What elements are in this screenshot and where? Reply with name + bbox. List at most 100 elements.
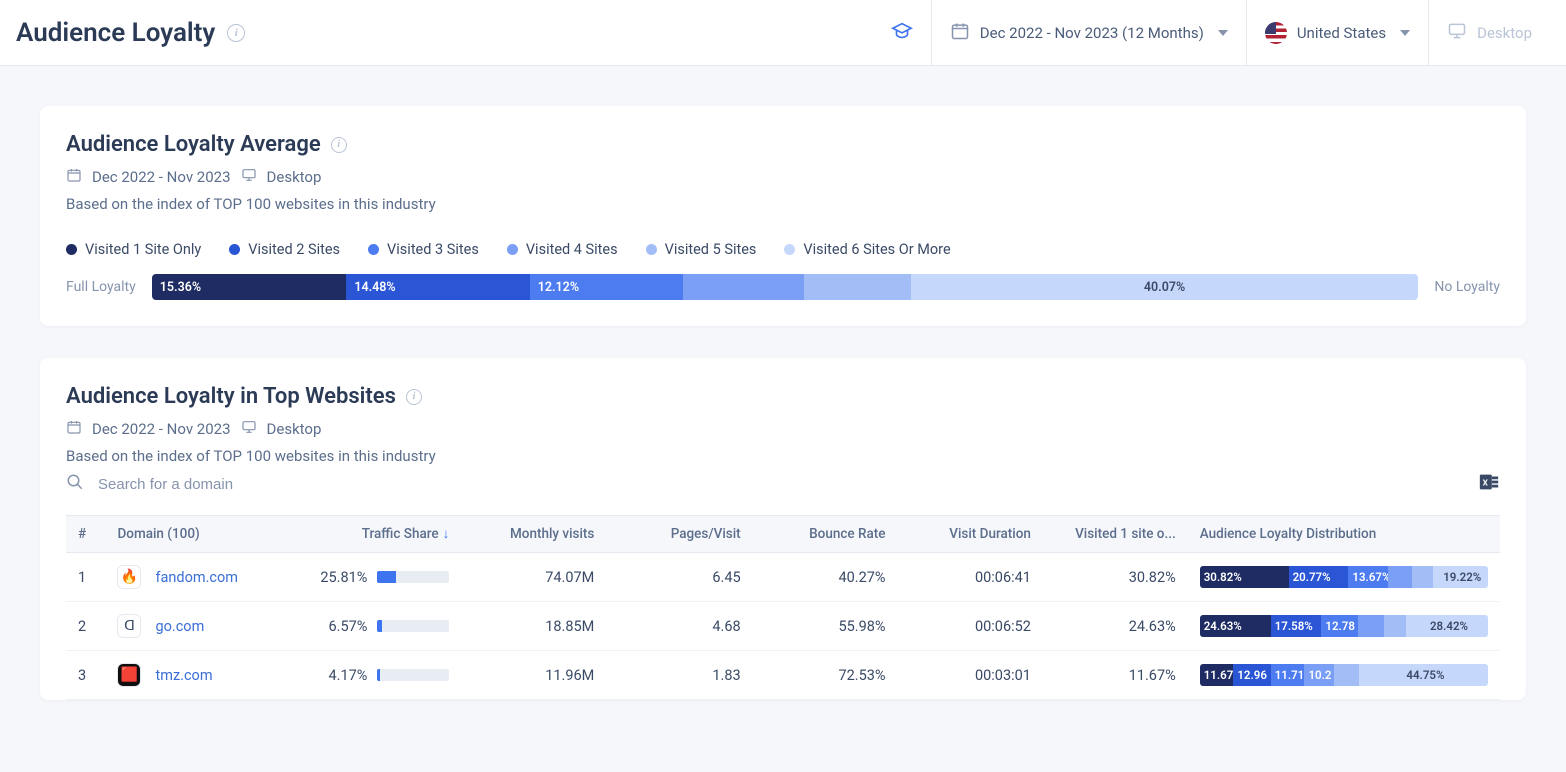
legend-label: Visited 4 Sites (526, 241, 618, 258)
col-pages-visit[interactable]: Pages/Visit (606, 516, 752, 553)
col-visited-1[interactable]: Visited 1 site o... (1043, 516, 1188, 553)
cell-bounce: 55.98% (753, 602, 898, 651)
card-title: Audience Loyalty Average (66, 132, 321, 157)
stacked-segment (1358, 615, 1383, 637)
monitor-icon (241, 419, 257, 439)
date-range-label: Dec 2022 - Nov 2023 (12 Months) (980, 24, 1204, 42)
info-icon[interactable]: i (227, 24, 245, 42)
legend-item[interactable]: Visited 6 Sites Or More (784, 241, 950, 258)
monitor-icon (241, 167, 257, 187)
export-excel-button[interactable]: X (1478, 471, 1500, 497)
info-icon[interactable]: i (406, 389, 422, 405)
col-bounce-rate[interactable]: Bounce Rate (753, 516, 898, 553)
legend-item[interactable]: Visited 4 Sites (507, 241, 618, 258)
graduation-cap-icon (891, 20, 913, 46)
chevron-down-icon (1218, 30, 1228, 36)
legend-item[interactable]: Visited 3 Sites (368, 241, 479, 258)
card-title: Audience Loyalty in Top Websites (66, 384, 396, 409)
stacked-segment: 20.77% (1289, 566, 1349, 588)
legend-item[interactable]: Visited 1 Site Only (66, 241, 201, 258)
cell-distribution: 24.63%17.58%12.7828.42% (1188, 602, 1500, 651)
domain-link[interactable]: go.com (155, 618, 204, 635)
calendar-icon (66, 167, 82, 187)
stacked-segment (1334, 664, 1359, 686)
col-index[interactable]: # (66, 516, 105, 553)
domain-link[interactable]: tmz.com (155, 667, 212, 684)
cell-monthly: 74.07M (461, 553, 606, 602)
legend-item[interactable]: Visited 5 Sites (646, 241, 757, 258)
cell-traffic-share: 6.57% (302, 602, 462, 651)
audience-loyalty-average-card: Audience Loyalty Average i Dec 2022 - No… (40, 106, 1526, 326)
cell-distribution: 30.82%20.77%13.67%19.22% (1188, 553, 1500, 602)
cell-traffic-share: 4.17% (302, 651, 462, 700)
domain-link[interactable]: fandom.com (155, 569, 238, 586)
card-date-range: Dec 2022 - Nov 2023 (92, 168, 231, 186)
country-selector[interactable]: United States (1246, 0, 1428, 65)
info-icon[interactable]: i (331, 137, 347, 153)
stacked-segment: 40.07% (911, 274, 1419, 300)
cell-v1: 24.63% (1043, 602, 1188, 651)
col-domain[interactable]: Domain (100) (105, 516, 301, 553)
calendar-icon (66, 419, 82, 439)
row-distribution-bar: 11.6712.9611.7110.244.75% (1200, 664, 1488, 686)
stacked-segment: 13.67% (1348, 566, 1387, 588)
page-title: Audience Loyalty (16, 18, 215, 48)
cell-traffic-share: 25.81% (302, 553, 462, 602)
monitor-icon (1447, 21, 1467, 45)
stacked-segment: 10.2 (1304, 664, 1333, 686)
legend-label: Visited 6 Sites Or More (803, 241, 950, 258)
cell-duration: 00:06:52 (898, 602, 1043, 651)
cell-domain: 🟥tmz.com (105, 651, 301, 700)
cell-bounce: 40.27% (753, 553, 898, 602)
cell-pages: 6.45 (606, 553, 752, 602)
legend-dot-icon (646, 244, 657, 255)
stacked-segment (683, 274, 803, 300)
card-device: Desktop (267, 420, 322, 438)
col-monthly-visits[interactable]: Monthly visits (461, 516, 606, 553)
stacked-segment: 24.63% (1200, 615, 1271, 637)
stacked-segment: 12.12% (530, 274, 684, 300)
stacked-segment: 14.48% (346, 274, 529, 300)
education-button[interactable] (873, 0, 931, 65)
table-row: 1🔥fandom.com25.81%74.07M6.4540.27%00:06:… (66, 553, 1500, 602)
date-range-selector[interactable]: Dec 2022 - Nov 2023 (12 Months) (931, 0, 1246, 65)
col-loyalty-dist[interactable]: Audience Loyalty Distribution (1188, 516, 1500, 553)
us-flag-icon (1265, 22, 1287, 44)
calendar-icon (950, 21, 970, 45)
table-row: 3🟥tmz.com4.17%11.96M1.8372.53%00:03:0111… (66, 651, 1500, 700)
search-input[interactable] (98, 476, 398, 493)
device-label: Desktop (1477, 24, 1532, 42)
col-visit-duration[interactable]: Visit Duration (898, 516, 1043, 553)
mini-bar (377, 669, 449, 681)
stacked-segment (1384, 615, 1406, 637)
stacked-segment: 15.36% (152, 274, 347, 300)
legend-dot-icon (368, 244, 379, 255)
country-label: United States (1297, 24, 1386, 42)
legend-item[interactable]: Visited 2 Sites (229, 241, 340, 258)
device-selector[interactable]: Desktop (1428, 0, 1550, 65)
full-loyalty-label: Full Loyalty (66, 279, 136, 295)
audience-loyalty-top-card: Audience Loyalty in Top Websites i Dec 2… (40, 358, 1526, 700)
card-device: Desktop (267, 168, 322, 186)
stacked-segment (1412, 566, 1432, 588)
sort-desc-icon: ↓ (443, 526, 450, 542)
no-loyalty-label: No Loyalty (1434, 279, 1500, 295)
page-header: Audience Loyalty i Dec 2022 - Nov 2023 (… (0, 0, 1566, 66)
stacked-segment: 12.96 (1233, 664, 1270, 686)
stacked-segment (1388, 566, 1413, 588)
row-distribution-bar: 30.82%20.77%13.67%19.22% (1200, 566, 1488, 588)
cell-duration: 00:03:01 (898, 651, 1043, 700)
search-icon (66, 473, 84, 495)
stacked-segment: 30.82% (1200, 566, 1289, 588)
mini-bar (377, 571, 449, 583)
stacked-segment: 12.78 (1321, 615, 1358, 637)
card-description: Based on the index of TOP 100 websites i… (66, 195, 1500, 213)
stacked-segment: 11.71 (1271, 664, 1305, 686)
cell-index: 3 (66, 651, 105, 700)
legend-label: Visited 1 Site Only (85, 241, 201, 258)
legend-label: Visited 3 Sites (387, 241, 479, 258)
card-description: Based on the index of TOP 100 websites i… (66, 447, 1500, 465)
cell-distribution: 11.6712.9611.7110.244.75% (1188, 651, 1500, 700)
col-traffic-share[interactable]: Traffic Share↓ (302, 516, 462, 553)
stacked-segment (804, 274, 911, 300)
